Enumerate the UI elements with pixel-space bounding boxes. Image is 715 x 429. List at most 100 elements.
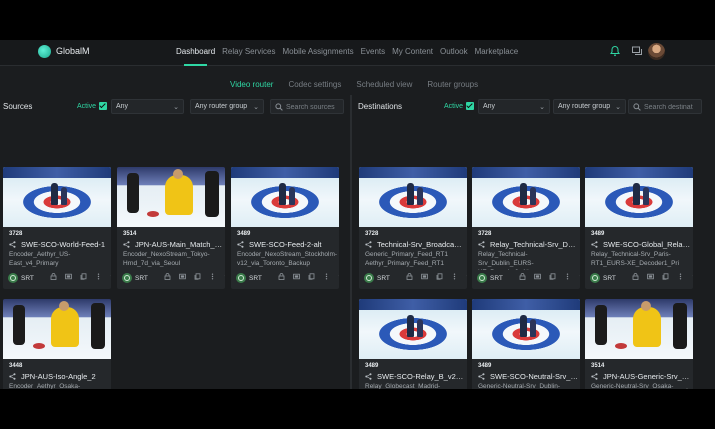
copy-icon[interactable] <box>308 273 315 280</box>
preview-icon[interactable] <box>65 273 72 280</box>
card-footer: SRT <box>122 272 225 284</box>
share-icon[interactable] <box>365 373 372 380</box>
destinations-search-input[interactable] <box>644 102 698 112</box>
video-thumbnail[interactable] <box>3 167 111 227</box>
share-icon[interactable] <box>478 241 485 248</box>
notifications-icon[interactable] <box>609 45 621 57</box>
srt-icon <box>236 273 246 283</box>
nav-item-outlook[interactable]: Outlook <box>440 47 468 56</box>
share-icon[interactable] <box>365 241 372 248</box>
share-icon[interactable] <box>9 241 16 248</box>
preview-icon[interactable] <box>179 273 186 280</box>
video-thumbnail[interactable] <box>3 299 111 359</box>
copy-icon[interactable] <box>549 273 556 280</box>
destinations-search[interactable] <box>628 99 702 114</box>
thumb-figure-right <box>91 303 105 349</box>
copy-icon[interactable] <box>194 273 201 280</box>
thumb-figure-left <box>595 305 607 345</box>
lock-icon[interactable] <box>519 273 526 280</box>
source-card[interactable]: 3489 SWE-SCO-Feed-2-alt Encoder_NexoStream… <box>231 167 339 289</box>
card-title: SWE-SCO-Global_Relay_S... <box>603 240 691 249</box>
destinations-active-toggle[interactable]: Active <box>444 102 475 110</box>
lock-icon[interactable] <box>278 273 285 280</box>
lock-icon[interactable] <box>164 273 171 280</box>
video-thumbnail[interactable] <box>231 167 339 227</box>
chevron-down-icon[interactable] <box>110 273 111 280</box>
video-thumbnail[interactable] <box>359 167 467 227</box>
sources-any-select[interactable]: Any ⌄ <box>111 99 184 114</box>
share-icon[interactable] <box>478 373 485 380</box>
source-card[interactable]: 3514 JPN-AUS-Main_Match_C1 Encoder_NexoStr… <box>117 167 225 289</box>
chevron-down-icon[interactable] <box>692 273 693 280</box>
nav-item-marketplace[interactable]: Marketplace <box>475 47 519 56</box>
video-thumbnail[interactable] <box>472 299 580 359</box>
share-icon[interactable] <box>123 241 130 248</box>
preview-icon[interactable] <box>534 273 541 280</box>
preview-icon[interactable] <box>293 273 300 280</box>
destination-card[interactable]: 3728 Relay_Technical-Srv_Dublin_EURS-XE_D… <box>472 167 580 289</box>
more-options-icon[interactable] <box>677 273 684 280</box>
video-thumbnail[interactable] <box>472 167 580 227</box>
more-options-icon[interactable] <box>451 273 458 280</box>
preview-icon[interactable] <box>421 273 428 280</box>
destinations-active-checkbox[interactable] <box>466 102 475 110</box>
sources-router-group-select[interactable]: Any router group ⌄ <box>190 99 264 114</box>
sources-search-input[interactable] <box>286 102 340 112</box>
source-card[interactable]: 3728 SWE-SCO-World-Feed-1 Encoder_Aethyr_U… <box>3 167 111 289</box>
sources-active-toggle[interactable]: Active <box>77 102 108 110</box>
destination-card[interactable]: 3489 SWE-SCO-Neutral-Srv_Bro... Generic-Ne… <box>472 299 580 389</box>
thumb-player <box>279 183 286 205</box>
sources-active-checkbox[interactable] <box>99 102 108 110</box>
subtab-codec-settings[interactable]: Codec settings <box>288 80 341 89</box>
globalm-logo-icon[interactable] <box>38 45 51 58</box>
chevron-down-icon[interactable] <box>579 273 580 280</box>
chevron-down-icon[interactable] <box>466 273 467 280</box>
nav-item-my-content[interactable]: My Content <box>392 47 433 56</box>
preview-icon[interactable] <box>647 273 654 280</box>
destination-card[interactable]: 3728 Technical-Srv_Broadcast_v3 Generic_Pr… <box>359 167 467 289</box>
lock-icon[interactable] <box>406 273 413 280</box>
destinations-router-group-select[interactable]: Any router group ⌄ <box>553 99 626 114</box>
subtab-router-groups[interactable]: Router groups <box>427 80 478 89</box>
video-thumbnail[interactable] <box>359 299 467 359</box>
nav-item-mobile-assignments[interactable]: Mobile Assignments <box>283 47 354 56</box>
nav-item-relay-services[interactable]: Relay Services <box>222 47 275 56</box>
share-icon[interactable] <box>591 241 598 248</box>
sources-router-group-value: Any router group <box>195 103 248 110</box>
copy-icon[interactable] <box>662 273 669 280</box>
lock-icon[interactable] <box>632 273 639 280</box>
nav-item-dashboard[interactable]: Dashboard <box>176 47 215 56</box>
messages-icon[interactable] <box>631 45 643 57</box>
chevron-down-icon[interactable] <box>224 273 225 280</box>
more-options-icon[interactable] <box>209 273 216 280</box>
destinations-any-select[interactable]: Any ⌄ <box>478 99 550 114</box>
video-thumbnail[interactable] <box>585 299 693 359</box>
sparkle-icon[interactable] <box>676 387 698 389</box>
sources-search[interactable] <box>270 99 344 114</box>
video-thumbnail[interactable] <box>585 167 693 227</box>
video-thumbnail[interactable] <box>117 167 225 227</box>
source-card[interactable]: 3448 JPN-AUS-Iso-Angle_2 Encoder_Aethyr_Os… <box>3 299 111 389</box>
panel-divider[interactable] <box>350 95 352 389</box>
nav-item-events[interactable]: Events <box>361 47 385 56</box>
destination-card[interactable]: 3514JPN-AUS-Generic-Srv_Broa...Generic-N… <box>585 299 693 389</box>
more-options-icon[interactable] <box>95 273 102 280</box>
thumb-player-2 <box>417 187 423 205</box>
more-options-icon[interactable] <box>323 273 330 280</box>
srt-icon <box>8 273 18 283</box>
lock-icon[interactable] <box>50 273 57 280</box>
copy-icon[interactable] <box>436 273 443 280</box>
destination-card[interactable]: 3489 SWE-SCO-Relay_B_v2_Alte... Relay_Glob… <box>359 299 467 389</box>
user-avatar[interactable] <box>648 43 665 60</box>
destinations-toolbar: Destinations Active Any ⌄ Any router gro… <box>354 97 715 115</box>
chevron-down-icon[interactable] <box>338 273 339 280</box>
subtab-video-router[interactable]: Video router <box>230 80 273 89</box>
share-icon[interactable] <box>591 373 598 380</box>
thumb-player-2 <box>643 187 649 205</box>
copy-icon[interactable] <box>80 273 87 280</box>
destination-card[interactable]: 3489 SWE-SCO-Global_Relay_S... Relay_Techn… <box>585 167 693 289</box>
share-icon[interactable] <box>9 373 16 380</box>
more-options-icon[interactable] <box>564 273 571 280</box>
subtab-scheduled-view[interactable]: Scheduled view <box>356 80 412 89</box>
share-icon[interactable] <box>237 241 244 248</box>
